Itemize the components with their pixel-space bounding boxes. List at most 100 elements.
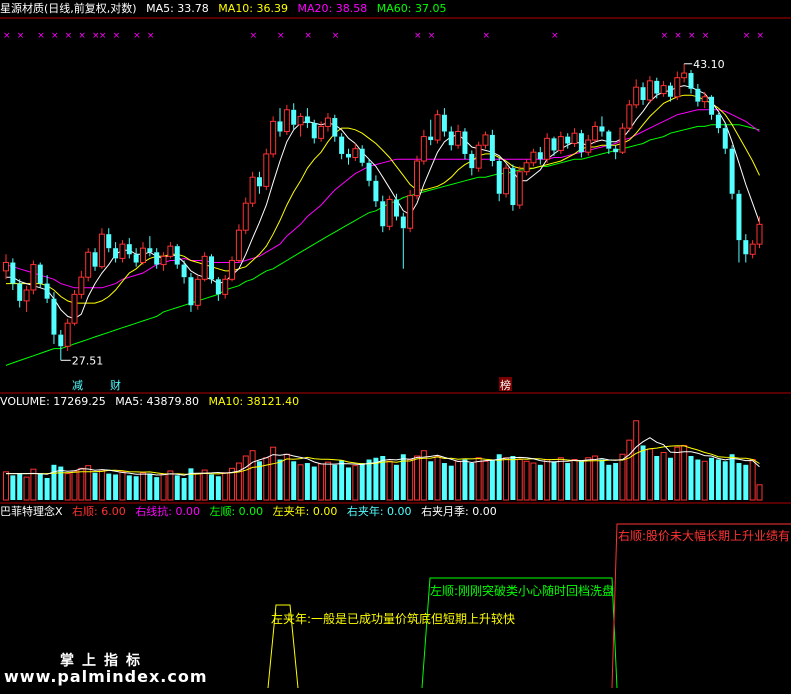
x-signal-mark: × — [147, 31, 155, 41]
volume-bar-up — [414, 455, 420, 501]
volume-bar-down — [133, 476, 139, 500]
x-signal-mark: × — [3, 31, 11, 41]
right-smooth-readout: 右顺: 6.00 — [72, 505, 126, 518]
volume-bar-up — [544, 459, 551, 501]
x-signal-mark: × — [414, 31, 422, 41]
volume-bar-up — [455, 460, 462, 501]
candle-body-up — [98, 233, 105, 268]
volume-bar-up — [557, 457, 564, 501]
x-signal-mark: × — [277, 31, 285, 41]
candle-body-down — [92, 252, 98, 267]
x-signal-mark: × — [133, 31, 141, 41]
volume-bar-up — [242, 455, 249, 501]
volume-bar-up — [619, 453, 626, 501]
volume-bar-up — [235, 462, 242, 501]
volume-bar-down — [92, 472, 98, 500]
left-smooth-signal-text: 左顺:刚刚突破类小心随时回档洗盘 — [430, 583, 614, 598]
candle-body-down — [215, 279, 221, 295]
marker-bang: 榜 — [500, 378, 511, 392]
volume-bar-up — [626, 439, 633, 501]
volume-bar-down — [17, 473, 23, 500]
indicator-signals: 左夹年:一般是已成功量价筑底但短期上升较快 左顺:刚刚突破类小心随时回档洗盘 右顺:… — [267, 523, 791, 689]
candle-body-down — [113, 248, 119, 259]
candle-body-up — [194, 278, 201, 306]
candle-body-down — [715, 114, 721, 129]
left-clamp-readout: 左夹年: 0.00 — [272, 505, 338, 518]
volume-bar-up — [503, 457, 510, 501]
volume-bar-up — [571, 459, 578, 501]
candle-body-up — [30, 264, 37, 291]
volume-bar-down — [613, 463, 619, 500]
volume-bar-down — [640, 445, 646, 500]
candle-body-down — [441, 114, 447, 132]
candle-body-up — [64, 322, 71, 347]
volume-bar-down — [174, 475, 180, 500]
candle-body-up — [482, 134, 489, 146]
left-clamp-signal-text: 左夹年:一般是已成功量价筑底但短期上升较快 — [271, 611, 515, 626]
x-signal-mark: × — [304, 31, 312, 41]
candle-body-down — [510, 168, 516, 206]
volume-bar-up — [222, 472, 229, 501]
volume-bar-down — [277, 459, 283, 500]
candle-body-down — [256, 177, 262, 187]
candle-body-down — [613, 148, 619, 153]
candle-body-up — [235, 229, 242, 261]
candle-body-down — [599, 126, 605, 132]
volume-ma5-readout: MA5: 43879.80 — [115, 395, 199, 408]
x-signal-mark: × — [37, 31, 45, 41]
low-price-label: 27.51 — [72, 354, 104, 367]
main-chart-header: 星源材质(日线,前复权,对数) MA5: 33.78 MA10: 36.39 M… — [0, 1, 452, 17]
candle-body-down — [126, 244, 132, 255]
candle-body-down — [332, 118, 338, 137]
volume-bar-down — [154, 477, 160, 500]
x-signal-mark: × — [332, 31, 340, 41]
volume-bar-up — [352, 465, 359, 501]
volume-bar-down — [722, 461, 728, 500]
volume-bar-up — [119, 471, 126, 501]
candle-body-up — [701, 96, 708, 103]
candle-body-up — [242, 202, 249, 231]
marker-cai: 财 — [110, 378, 121, 392]
candle-body-down — [400, 216, 406, 229]
volume-bar-down — [537, 464, 543, 500]
candle-body-up — [674, 77, 681, 98]
volume-bar-up — [633, 420, 640, 501]
volume-bar-down — [729, 454, 735, 500]
volume-bar-up — [194, 473, 201, 501]
candle-body-down — [181, 264, 187, 278]
candle-body-up — [592, 125, 599, 141]
candle-body-up — [557, 136, 564, 151]
candle-body-up — [756, 223, 763, 245]
candle-body-down — [462, 131, 468, 154]
right-clamp-month-readout: 右夹月季: 0.00 — [421, 505, 497, 518]
volume-bar-down — [113, 474, 119, 500]
volume-bar-down — [147, 473, 153, 500]
volume-bar-down — [44, 478, 50, 500]
candle-body-down — [373, 180, 379, 202]
candle-body-down — [304, 116, 310, 124]
candle-body-down — [51, 298, 57, 335]
x-signal-mark: × — [757, 31, 765, 41]
candle-body-down — [428, 136, 434, 141]
volume-bar-down — [10, 475, 16, 500]
volume-readout: VOLUME: 17269.25 — [0, 395, 106, 408]
volume-bar-up — [23, 476, 30, 501]
candle-body-up — [297, 115, 304, 126]
candle-body-down — [489, 134, 495, 162]
volume-bar-up — [78, 467, 85, 501]
volume-bar-down — [736, 463, 742, 500]
x-signal-mark: × — [551, 31, 559, 41]
candle-body-down — [551, 138, 557, 151]
candle-body-up — [222, 278, 229, 295]
volume-bar-up — [523, 460, 530, 501]
volume-bar-down — [654, 456, 660, 500]
volume-bar-down — [565, 463, 571, 500]
volume-bar-down — [606, 464, 612, 500]
stock-chart[interactable]: × × × × × × × × × × × × × × × × × × × × × × × × × 左夹年:一般是已成功量价筑底… — [0, 0, 791, 694]
volume-bar-up — [386, 460, 393, 501]
candle-body-down — [695, 88, 701, 102]
volume-bar-up — [283, 453, 290, 501]
x-signal-mark: × — [78, 31, 86, 41]
candle-body-up — [523, 162, 530, 173]
candle-body-up — [407, 195, 414, 229]
